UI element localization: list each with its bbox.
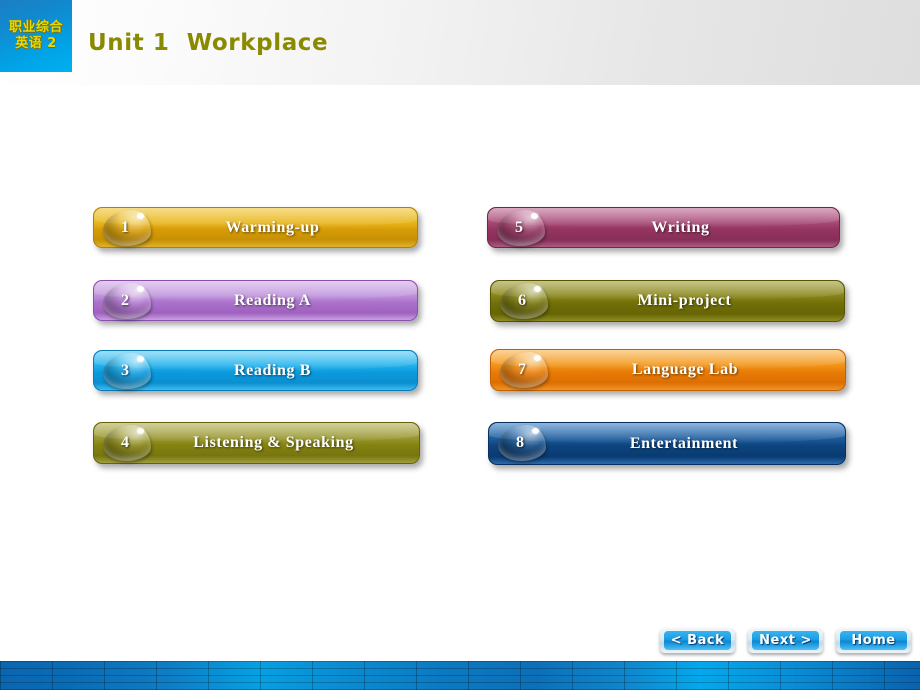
home-button[interactable]: Home (836, 628, 911, 653)
menu-item-warming-up[interactable]: 1 Warming-up (93, 207, 418, 248)
menu-item-label: Reading A (234, 291, 311, 309)
menu-item-label: Listening & Speaking (193, 434, 354, 451)
menu-item-label: Reading B (234, 361, 311, 379)
course-logo: 职业综合 英语 2 (0, 0, 72, 72)
page-title: Unit 1 Workplace (88, 30, 329, 56)
menu-item-label: Language Lab (631, 361, 739, 378)
menu-item-label: Entertainment (629, 434, 739, 452)
footer-horizontal-lines (0, 661, 920, 690)
menu-item-entertainment[interactable]: 8 Entertainment (488, 422, 846, 465)
back-button-label: < Back (664, 631, 731, 650)
menu-item-language-lab[interactable]: 7 Language Lab (490, 349, 846, 391)
next-button[interactable]: Next > (748, 628, 823, 653)
logo-line-1: 职业综合 (8, 20, 63, 35)
home-button-label: Home (840, 631, 907, 650)
menu-item-label: Mini-project (637, 292, 732, 309)
footer-bar (0, 661, 920, 690)
next-button-label: Next > (752, 631, 819, 650)
menu-item-label: Writing (651, 218, 710, 236)
logo-line-2: 英语 2 (15, 36, 57, 51)
menu-item-reading-a[interactable]: 2 Reading A (93, 280, 418, 321)
menu-item-mini-project[interactable]: 6 Mini-project (490, 280, 845, 322)
menu-item-reading-b[interactable]: 3 Reading B (93, 350, 418, 391)
menu-item-writing[interactable]: 5 Writing (487, 207, 840, 248)
back-button[interactable]: < Back (660, 628, 735, 653)
menu-item-listening-speaking[interactable]: 4 Listening & Speaking (93, 422, 420, 464)
header-bar: 职业综合 英语 2 Unit 1 Workplace (0, 0, 920, 85)
menu-item-label: Warming-up (225, 218, 320, 236)
menu-grid: 1 Warming-up 2 Reading A 3 Reading B 4 L… (0, 0, 920, 690)
